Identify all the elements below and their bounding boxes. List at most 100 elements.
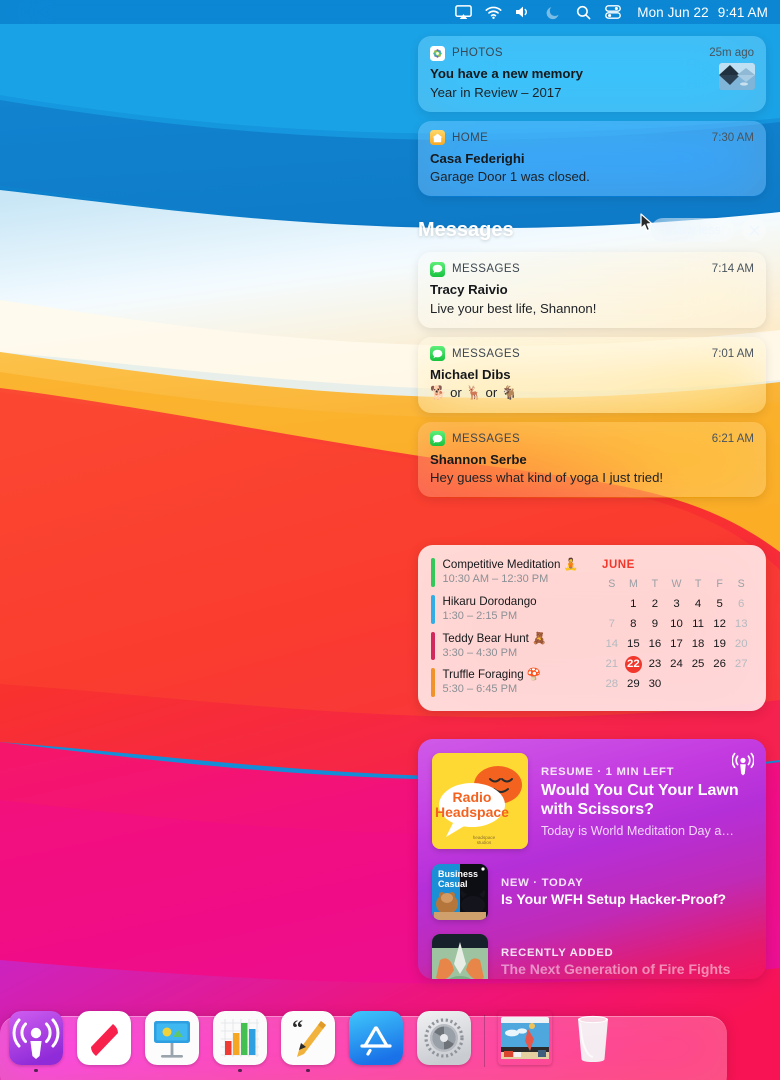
keynote-app-icon bbox=[145, 1011, 199, 1065]
calendar-event[interactable]: Competitive Meditation 🧘 10:30 AM – 12:3… bbox=[431, 558, 595, 587]
calendar-day[interactable]: 30 bbox=[644, 676, 666, 692]
podcast-artwork-recently-added bbox=[432, 933, 488, 979]
podcast-item-new[interactable]: Business Casual NEW · TODAY Is Your WFH … bbox=[418, 849, 766, 920]
dock-item-numbers[interactable] bbox=[206, 1010, 274, 1072]
notification-message-2[interactable]: MESSAGES 7:01 AM Michael Dibs 🐕 or 🦌 or … bbox=[418, 336, 766, 413]
event-title: Hikaru Dorodango bbox=[442, 594, 537, 608]
calendar-day[interactable]: 8 bbox=[623, 616, 645, 632]
calendar-day[interactable]: 25 bbox=[687, 656, 709, 672]
system-preferences-app-icon bbox=[417, 1011, 471, 1065]
dock-item-app-store[interactable] bbox=[342, 1010, 410, 1072]
wifi-icon[interactable] bbox=[478, 0, 508, 24]
notification-message-3[interactable]: MESSAGES 6:21 AM Shannon Serbe Hey guess… bbox=[418, 421, 766, 498]
running-indicator bbox=[306, 1068, 310, 1072]
messages-notification-stack: MESSAGES 7:14 AM Tracy Raivio Live your … bbox=[418, 252, 766, 498]
calendar-day-number: 16 bbox=[648, 638, 662, 651]
notification-center: PHOTOS 25m ago You have a new memory Yea… bbox=[418, 36, 766, 979]
calendar-event[interactable]: Hikaru Dorodango 1:30 – 2:15 PM bbox=[431, 594, 595, 624]
notification-home[interactable]: HOME 7:30 AM Casa Federighi Garage Door … bbox=[418, 120, 766, 197]
calendar-day-number: 21 bbox=[605, 658, 619, 671]
notification-title: Tracy Raivio bbox=[430, 282, 508, 298]
calendar-day[interactable]: 28 bbox=[601, 676, 623, 692]
messages-group-header: Messages Show less bbox=[418, 213, 766, 244]
podcast-kicker: RECENTLY ADDED bbox=[501, 947, 614, 960]
calendar-day[interactable]: 5 bbox=[709, 596, 731, 612]
calendar-day[interactable]: 7 bbox=[601, 616, 623, 632]
control-center-icon[interactable] bbox=[598, 0, 628, 24]
notification-body: Hey guess what kind of yoga I just tried… bbox=[430, 470, 664, 486]
calendar-day-number: 1 bbox=[630, 598, 637, 611]
calendar-day[interactable]: 16 bbox=[644, 636, 666, 652]
event-time: 1:30 – 2:15 PM bbox=[442, 609, 518, 622]
calendar-day[interactable]: 24 bbox=[666, 656, 688, 672]
calendar-widget[interactable]: Competitive Meditation 🧘 10:30 AM – 12:3… bbox=[418, 545, 766, 711]
calendar-day-number: 11 bbox=[692, 618, 704, 631]
notification-message-1[interactable]: MESSAGES 7:14 AM Tracy Raivio Live your … bbox=[418, 252, 766, 328]
calendar-day[interactable]: 23 bbox=[644, 656, 666, 672]
dock-item-trash[interactable] bbox=[559, 1010, 627, 1072]
calendar-day[interactable]: 11 bbox=[687, 616, 709, 632]
calendar-event[interactable]: Truffle Foraging 🍄 5:30 – 6:45 PM bbox=[431, 668, 595, 697]
dock-items: “ bbox=[0, 1010, 727, 1072]
calendar-blank-cell bbox=[601, 596, 623, 612]
podcast-item-resume[interactable]: Radio Headspace headspace studios RESUME… bbox=[418, 739, 766, 849]
notification-photos[interactable]: PHOTOS 25m ago You have a new memory Yea… bbox=[418, 36, 766, 112]
podcasts-widget[interactable]: Radio Headspace headspace studios RESUME… bbox=[418, 738, 766, 979]
dock-item-downloads-stack[interactable] bbox=[491, 1010, 559, 1072]
calendar-day[interactable]: 27 bbox=[730, 656, 752, 672]
calendar-day[interactable]: 20 bbox=[730, 636, 752, 652]
calendar-day[interactable]: 21 bbox=[601, 656, 623, 672]
podcast-title: The Next Generation of Fire Fights bbox=[501, 961, 731, 978]
notification-header: MESSAGES 7:14 AM bbox=[430, 261, 754, 277]
calendar-day-number: 23 bbox=[648, 658, 662, 671]
calendar-day[interactable]: 9 bbox=[644, 616, 666, 632]
airplay-icon[interactable] bbox=[448, 0, 478, 24]
calendar-day-initial: M bbox=[628, 578, 638, 591]
notification-app-name: MESSAGES bbox=[452, 347, 521, 360]
messages-icon bbox=[430, 431, 445, 447]
calendar-day[interactable]: 14 bbox=[601, 636, 623, 652]
calendar-day[interactable]: 2 bbox=[644, 596, 666, 612]
spotlight-search-icon[interactable] bbox=[568, 0, 598, 24]
notification-title: Shannon Serbe bbox=[430, 451, 527, 467]
close-icon bbox=[749, 225, 759, 236]
notification-time: 6:21 AM bbox=[711, 432, 754, 445]
calendar-day[interactable]: 12 bbox=[709, 616, 731, 632]
calendar-day-number: 26 bbox=[713, 658, 726, 671]
calendar-day[interactable]: 26 bbox=[709, 656, 731, 672]
calendar-day-number: 4 bbox=[694, 598, 702, 611]
svg-text:studios: studios bbox=[477, 840, 492, 845]
calendar-day[interactable]: 19 bbox=[709, 636, 731, 652]
calendar-day[interactable]: 10 bbox=[666, 616, 688, 632]
calendar-day[interactable]: 17 bbox=[666, 636, 688, 652]
calendar-day-today[interactable]: 22 bbox=[623, 655, 645, 673]
notification-app-name: PHOTOS bbox=[452, 47, 504, 59]
dock-item-news[interactable] bbox=[70, 1010, 138, 1072]
calendar-day[interactable]: 6 bbox=[730, 596, 752, 612]
calendar-day[interactable]: 18 bbox=[687, 636, 709, 652]
calendar-day[interactable]: 15 bbox=[623, 636, 645, 652]
calendar-day-number: 2 bbox=[651, 598, 659, 611]
calendar-event[interactable]: Teddy Bear Hunt 🧸 3:30 – 4:30 PM bbox=[431, 631, 595, 661]
calendar-day[interactable]: 1 bbox=[623, 596, 645, 612]
notification-header: HOME 7:30 AM bbox=[430, 130, 754, 146]
podcasts-app-icon bbox=[9, 1011, 63, 1065]
calendar-day[interactable]: 3 bbox=[666, 596, 688, 612]
do-not-disturb-icon[interactable] bbox=[538, 0, 568, 24]
notification-time: 7:30 AM bbox=[711, 131, 754, 144]
dock-item-keynote[interactable] bbox=[138, 1010, 206, 1072]
podcast-item-recently-added[interactable]: RECENTLY ADDED The Next Generation of Fi… bbox=[418, 920, 766, 979]
close-group-button[interactable] bbox=[742, 218, 766, 243]
calendar-day[interactable]: 13 bbox=[730, 616, 752, 632]
dock-item-system-preferences[interactable] bbox=[410, 1010, 478, 1072]
dock-item-podcasts[interactable] bbox=[2, 1010, 70, 1072]
calendar-day-number: 10 bbox=[670, 618, 683, 631]
calendar-day[interactable]: 29 bbox=[623, 676, 645, 692]
event-time: 5:30 – 6:45 PM bbox=[442, 683, 518, 696]
show-less-button[interactable]: Show less bbox=[651, 218, 734, 243]
svg-text:Casual: Casual bbox=[438, 879, 468, 889]
menu-bar-clock[interactable]: Mon Jun 22 9:41 AM bbox=[637, 5, 768, 20]
dock-item-pages[interactable]: “ bbox=[274, 1010, 342, 1072]
volume-icon[interactable] bbox=[508, 0, 538, 24]
calendar-day[interactable]: 4 bbox=[687, 596, 709, 612]
